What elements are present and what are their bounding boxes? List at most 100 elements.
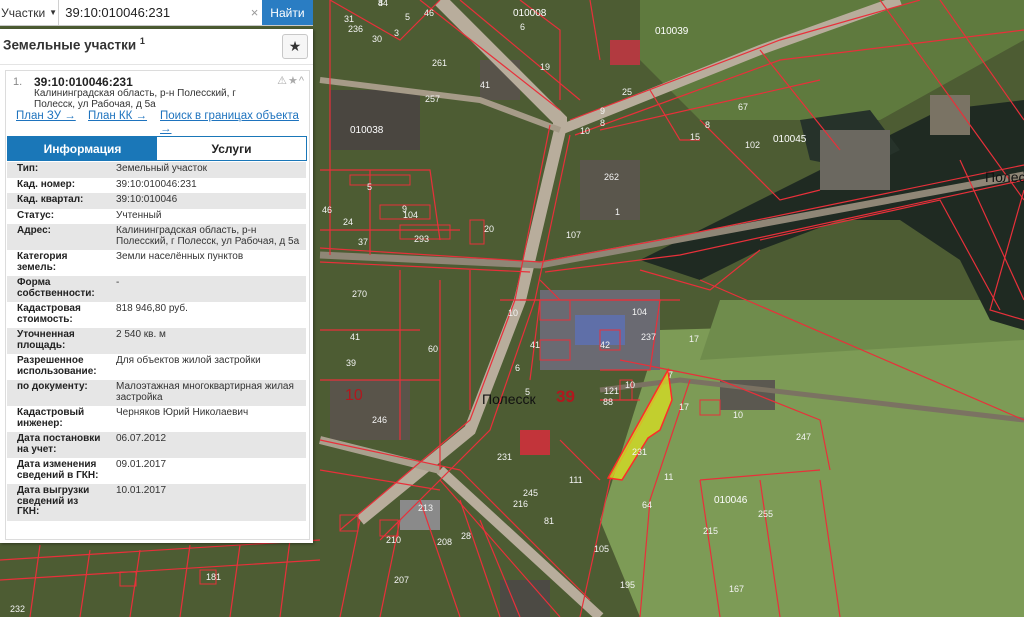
parcel-label[interactable]: 121 — [604, 386, 619, 396]
parcel-label[interactable]: 37 — [358, 237, 368, 247]
parcel-label[interactable]: 262 — [604, 172, 619, 182]
result-card: 1. 39:10:010046:231 Калининградская обла… — [5, 70, 310, 540]
search-input[interactable] — [59, 0, 248, 25]
parcel-label[interactable]: 10 — [625, 380, 635, 390]
info-row: Кадастровый инженер: Черняков Юрий Никола… — [7, 406, 306, 432]
parcel-label[interactable]: 5 — [367, 182, 372, 192]
parcel-label[interactable]: 5 — [405, 12, 410, 22]
parcel-label[interactable]: 167 — [729, 584, 744, 594]
search-type-dropdown[interactable]: Участки ▼ — [0, 0, 60, 25]
info-row: Разрешенное использование: Для объектов ж… — [7, 354, 306, 380]
favorites-button[interactable]: ★ — [282, 34, 308, 59]
parcel-label[interactable]: 237 — [641, 332, 656, 342]
parcel-label[interactable]: 28 — [461, 531, 471, 541]
parcel-label[interactable]: 10 — [733, 410, 743, 420]
parcel-label[interactable]: 41 — [480, 80, 490, 90]
parcel-label[interactable]: 41 — [350, 332, 360, 342]
info-value: 10.01.2017 — [116, 485, 167, 496]
parcel-label[interactable]: 8 — [600, 118, 605, 128]
info-row: Кад. квартал: 39:10:010046 — [7, 193, 306, 209]
parcel-label[interactable]: 293 — [414, 234, 429, 244]
parcel-label[interactable]: 31 — [344, 14, 354, 24]
parcel-label[interactable]: 261 — [432, 58, 447, 68]
parcel-label[interactable]: 3 — [394, 28, 399, 38]
parcel-label[interactable]: 17 — [679, 402, 689, 412]
parcel-label[interactable]: 81 — [544, 516, 554, 526]
parcel-label[interactable]: 6 — [520, 22, 525, 32]
result-action-icons[interactable]: ⚠★^ — [277, 74, 305, 87]
search-bar: Участки▼ × Найти — [0, 0, 313, 26]
parcel-label[interactable]: 10 — [580, 126, 590, 136]
parcel-label[interactable]: 67 — [738, 102, 748, 112]
parcel-label[interactable]: 24 — [343, 217, 353, 227]
parcel-label[interactable]: 107 — [566, 230, 581, 240]
parcel-label[interactable]: 6 — [515, 363, 520, 373]
parcel-label[interactable]: 46 — [424, 8, 434, 18]
parcel-label[interactable]: 7 — [668, 370, 673, 380]
search-in-bounds-label: Поиск в границах объекта → — [160, 110, 299, 135]
parcel-label[interactable]: 208 — [437, 537, 452, 547]
result-index: 1. — [13, 76, 23, 88]
tab-information[interactable]: Информация — [8, 137, 157, 160]
parcel-label[interactable]: 236 — [348, 24, 363, 34]
field-area — [600, 320, 1024, 617]
parcel-label[interactable]: 207 — [394, 575, 409, 585]
parcel-label[interactable]: 64 — [642, 500, 652, 510]
clear-icon[interactable]: × — [247, 0, 262, 25]
parcel-label[interactable]: 247 — [796, 432, 811, 442]
parcel-label[interactable]: 30 — [372, 34, 382, 44]
parcel-label[interactable]: 257 — [425, 94, 440, 104]
parcel-label[interactable]: 42 — [600, 340, 610, 350]
parcel-label[interactable]: 10 — [508, 308, 518, 318]
parcel-label[interactable]: 111 — [569, 475, 583, 485]
tab-services[interactable]: Услуги — [157, 137, 306, 160]
info-value[interactable]: 39:10:010046:231 — [106, 178, 306, 194]
parcel-label[interactable]: 9 — [402, 204, 407, 214]
parcel-label[interactable]: 213 — [418, 503, 433, 513]
info-value: 06.07.2012 — [116, 433, 167, 444]
parcel-label[interactable]: 17 — [689, 334, 699, 344]
parcel-label[interactable]: 11 — [664, 472, 673, 482]
parcel-label[interactable]: 88 — [603, 397, 613, 407]
plan-kk-link[interactable]: План КК → — [88, 110, 147, 122]
result-cad-number[interactable]: 39:10:010046:231 — [34, 75, 133, 89]
parcel-label[interactable]: 39 — [346, 358, 356, 368]
parcel-label[interactable]: 270 — [352, 289, 367, 299]
parcel-label[interactable]: 19 — [540, 62, 550, 72]
info-key: Уточненная площадь: — [17, 329, 75, 351]
parcel-label[interactable]: 9 — [600, 106, 605, 116]
parcel-label[interactable]: 246 — [372, 415, 387, 425]
parcel-label[interactable]: 255 — [758, 509, 773, 519]
parcel-label[interactable]: 104 — [632, 307, 647, 317]
parcel-label[interactable]: 25 — [622, 87, 632, 97]
parcel-label[interactable]: 46 — [322, 205, 332, 215]
parcel-label[interactable]: 215 — [703, 526, 718, 536]
search-button[interactable]: Найти — [261, 0, 313, 25]
parcel-label[interactable]: 181 — [206, 572, 221, 582]
parcel-label[interactable]: 1 — [615, 207, 620, 217]
parcel-label[interactable]: 245 — [523, 488, 538, 498]
info-table: Тип: Земельный участок Кад. номер: 39:10:01… — [7, 162, 306, 521]
parcel-label[interactable]: 60 — [428, 344, 438, 354]
parcel-label[interactable]: 195 — [620, 580, 635, 590]
star-icon: ★ — [288, 38, 302, 54]
parcel-label[interactable]: 102 — [745, 140, 760, 150]
parcel-label[interactable]: 210 — [386, 535, 401, 545]
info-row: Форма собственности: - — [7, 276, 306, 302]
search-in-bounds-link[interactable]: Поиск в границах объекта → — [160, 110, 305, 136]
info-row: Адрес: Калининградская область, р-н Полес… — [7, 224, 306, 250]
parcel-label[interactable]: 8 — [705, 120, 710, 130]
parcel-label[interactable]: 105 — [594, 544, 609, 554]
parcel-label[interactable]: 20 — [484, 224, 494, 234]
parcel-label[interactable]: 41 — [530, 340, 540, 350]
parcel-label[interactable]: 216 — [513, 499, 528, 509]
info-value: 2 540 кв. м — [116, 329, 166, 340]
parcel-label[interactable]: 232 — [10, 604, 25, 614]
info-key: по документу: — [17, 381, 88, 392]
parcel-label[interactable]: 231 — [497, 452, 512, 462]
parcel-label[interactable]: 15 — [690, 132, 700, 142]
plan-zu-link[interactable]: План ЗУ → — [16, 110, 76, 122]
parcel-label[interactable]: 44 — [378, 0, 388, 8]
info-value[interactable]: 39:10:010046 — [106, 193, 306, 209]
info-value: 818 946,80 руб. — [116, 303, 188, 314]
